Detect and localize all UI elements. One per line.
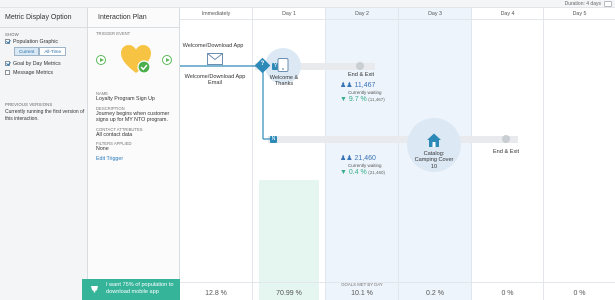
- previous-versions-text: Currently running the first version of t…: [5, 109, 85, 122]
- goal-percent: 9.7 %: [348, 96, 367, 103]
- waiting-stat-2: ♟♟ 21,460: [340, 154, 376, 162]
- email-icon[interactable]: [207, 53, 223, 65]
- welcome-download-app-title: Welcome/Download App: [182, 43, 244, 49]
- end-exit-label: End & Exit: [492, 149, 520, 155]
- goal-percent: 0 %: [573, 290, 586, 297]
- no-branch-tag: N: [270, 136, 277, 143]
- decision-question: ?: [260, 61, 265, 67]
- play-icon-right[interactable]: [162, 55, 172, 65]
- goal-percent: 10.1 %: [351, 290, 373, 297]
- description-value: Journey begins when customer signs up fo…: [96, 110, 170, 124]
- people-icon: ♟♟: [340, 155, 355, 162]
- trophy-icon: ▼: [340, 169, 349, 176]
- previous-versions: PREVIOUS VERSIONS Currently running the …: [5, 102, 85, 122]
- waiting-count: 11,467: [354, 82, 376, 89]
- all-time-toggle[interactable]: All-Time: [39, 47, 67, 56]
- option-population-graphic[interactable]: Population Graphic: [0, 37, 87, 46]
- goal-stat-2: ▼ 0.4 % (21,460): [340, 169, 385, 176]
- trophy-icon: [91, 286, 98, 293]
- option-goal-by-day[interactable]: Goal by Day Metrics: [0, 59, 87, 68]
- timeline: Immediately 12.8 % Day 1 70.99 % Day 2 G…: [180, 8, 615, 300]
- end-exit-label: End & Exit: [347, 72, 375, 78]
- message-metrics-checkbox[interactable]: [5, 70, 10, 75]
- metric-display-title: Metric Display Option: [0, 8, 87, 28]
- goal-percent: 0.4 %: [348, 169, 367, 176]
- flow-connectors: [180, 48, 510, 172]
- waiting-count: 21,460: [354, 155, 376, 162]
- settings-icon[interactable]: [604, 1, 612, 7]
- interaction-plan-title: Interaction Plan: [88, 8, 179, 28]
- goal-stat-1: ▼ 9.7 % (11,467): [340, 96, 385, 103]
- goal-banner[interactable]: I want 75% of population to download mob…: [82, 279, 180, 300]
- current-toggle[interactable]: Current: [14, 47, 40, 56]
- goal-percent: 70.99 %: [276, 290, 302, 297]
- goal-row-divider: [180, 282, 615, 283]
- goal-percent: 0.2 %: [426, 290, 444, 297]
- duration-label: Duration: 4 days: [564, 1, 601, 7]
- edit-trigger-link[interactable]: Edit Trigger: [88, 156, 179, 162]
- goal-by-day-label: Goal by Day Metrics: [13, 60, 61, 67]
- goal-percent: 12.8 %: [205, 290, 227, 297]
- home-catalog-icon[interactable]: [425, 132, 443, 148]
- trigger-event-label: TRIGGER EVENT: [96, 31, 131, 36]
- top-bar: Duration: 4 days: [0, 0, 615, 8]
- goal-banner-text: I want 75% of population to download mob…: [106, 282, 174, 295]
- welcome-download-app-email-label: Welcome/Download App Email: [184, 74, 246, 87]
- population-graphic-checkbox[interactable]: [5, 39, 10, 44]
- people-icon: ♟♟: [340, 82, 355, 89]
- goal-count: (11,467): [368, 97, 385, 102]
- population-graphic-label: Population Graphic: [13, 38, 59, 45]
- goal-by-day-checkbox[interactable]: [5, 61, 10, 66]
- play-icon[interactable]: [96, 55, 106, 65]
- catalog-label: Catalog: Camping Cover 10: [414, 151, 454, 170]
- metric-display-panel: Metric Display Option SHOW Population Gr…: [0, 8, 88, 300]
- trophy-icon: ▼: [340, 96, 349, 103]
- message-metrics-label: Message Metrics: [13, 69, 54, 76]
- interaction-plan-panel: Interaction Plan TRIGGER EVENT NAME Loya…: [88, 8, 180, 300]
- previous-versions-label: PREVIOUS VERSIONS: [5, 102, 53, 107]
- current-alltime-toggle: Current All-Time: [14, 47, 87, 56]
- goal-percent: 0 %: [501, 290, 514, 297]
- welcome-thanks-label: Welcome & Thanks: [269, 75, 299, 88]
- trigger-event-graphic[interactable]: [96, 39, 172, 91]
- mobile-push-icon[interactable]: [277, 58, 289, 72]
- currently-waiting-text: Currently waiting: [348, 90, 382, 95]
- goal-count: (21,460): [368, 170, 386, 175]
- loyalty-heart-icon: [121, 45, 151, 74]
- currently-waiting-text: Currently waiting: [348, 163, 382, 168]
- option-message-metrics[interactable]: Message Metrics: [0, 68, 87, 77]
- waiting-stat-1: ♟♟ 11,467: [340, 81, 375, 89]
